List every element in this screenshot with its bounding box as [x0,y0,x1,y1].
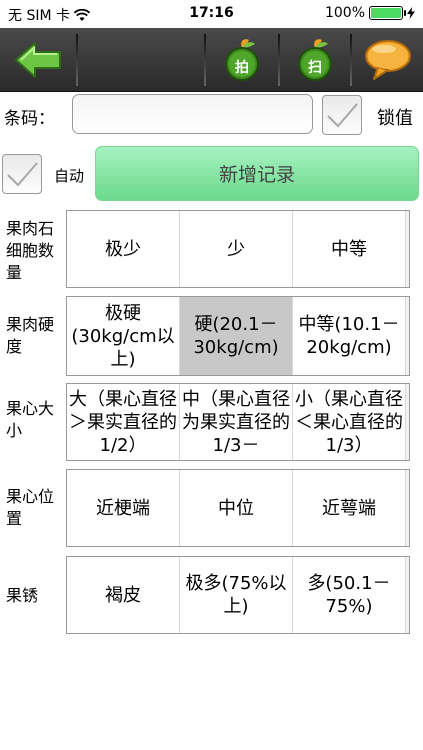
photo-label: 拍 [235,60,249,76]
back-button[interactable] [0,28,76,92]
trait-option[interactable]: 褐皮 [67,557,180,633]
toolbar-blank-area [82,28,204,92]
trait-option[interactable]: 近萼端 [293,470,406,546]
battery-fill [371,8,401,18]
add-record-button[interactable]: 新增记录 [95,146,419,201]
trait-options: 极少少中等 [66,210,410,288]
battery-percent: 100% [324,5,365,21]
status-bar: 无 SIM 卡 17:16 100% [0,0,423,28]
options-scroll-edge [406,297,409,375]
trait-option[interactable]: 多(50.1－75%) [293,557,406,633]
trait-label: 果肉硬度 [6,315,55,356]
trait-option[interactable]: 小（果心直径＜果心直径的1/3） [293,384,406,460]
battery-icon [369,6,406,20]
checkmark-icon [7,162,38,187]
trait-label: 果心大小 [6,399,55,440]
status-right: 100% [325,5,415,21]
trait-option[interactable]: 极多(75%以上) [180,557,293,633]
lock-value-checkbox[interactable] [322,95,362,135]
checkmark-icon [327,103,358,128]
auto-label: 自动 [54,167,85,185]
trait-label: 果肉石细胞数量 [6,219,55,282]
trait-label: 果锈 [6,586,39,605]
left-arrow-icon [15,42,61,78]
message-button[interactable] [352,28,423,92]
trait-options: 褐皮 极多(75%以上) 多(50.1－75%) [66,556,410,634]
scan-label: 扫 [308,60,322,76]
options-scroll-edge [406,470,409,546]
speech-bubble-icon [364,40,411,80]
trait-option[interactable]: 少 [180,211,293,287]
toolbar-divider [76,34,78,86]
charging-bolt-icon [407,7,415,19]
options-scroll-edge [406,384,409,460]
toolbar: 拍 扫 [0,28,423,92]
barcode-input[interactable] [72,94,313,134]
options-scroll-edge [406,211,409,287]
trait-option[interactable]: 中等(10.1－20kg/cm) [293,297,406,375]
options-scroll-edge [406,557,409,633]
trait-label: 果心位置 [6,487,55,528]
trait-option[interactable]: 大（果心直径＞果实直径的1/2） [67,384,180,460]
trait-option[interactable]: 极硬(30kg/cm以上) [67,297,180,375]
scan-button[interactable]: 扫 [280,28,350,92]
trait-option[interactable]: 中位 [180,470,293,546]
barcode-label: 条码： [4,109,55,129]
trait-option[interactable]: 极少 [67,211,180,287]
trait-option[interactable]: 近梗端 [67,470,180,546]
lock-value-label: 锁值 [377,108,413,129]
auto-checkbox[interactable] [2,154,42,194]
trait-options: 近梗端 中位 近萼端 [66,469,410,547]
photo-button[interactable]: 拍 [206,28,278,92]
trait-option[interactable]: 中等 [293,211,406,287]
trait-options: 大（果心直径＞果实直径的1/2） 中（果心直径为果实直径的1/3－ 小（果心直径＜果… [66,383,410,461]
trait-options: 极硬(30kg/cm以上) 硬(20.1－30kg/cm) 中等(10.1－20kg… [66,296,410,376]
trait-option[interactable]: 中（果心直径为果实直径的1/3－ [180,384,293,460]
trait-option[interactable]: 硬(20.1－30kg/cm) [180,297,293,375]
